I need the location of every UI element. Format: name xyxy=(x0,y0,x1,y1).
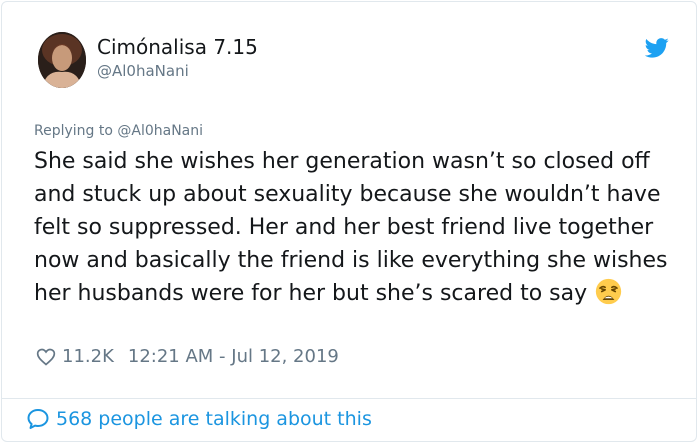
tweet-meta: 11.2K 12:21 AM - Jul 12, 2019 xyxy=(36,346,339,367)
display-name[interactable]: Cimónalisa 7.15 xyxy=(97,35,258,59)
reply-context[interactable]: Replying to @Al0haNani xyxy=(34,123,203,139)
tweet-card: Cimónalisa 7.15 @Al0haNani Replying to @… xyxy=(1,1,697,442)
weary-face-icon xyxy=(595,278,622,305)
user-handle[interactable]: @Al0haNani xyxy=(97,62,189,80)
tweet-body: She said she wishes her generation wasn’… xyxy=(34,145,684,310)
speech-bubble-icon xyxy=(27,409,49,429)
like-count[interactable]: 11.2K xyxy=(62,346,114,367)
timestamp[interactable]: 12:21 AM - Jul 12, 2019 xyxy=(128,346,339,367)
divider xyxy=(2,398,696,399)
talking-about-link[interactable]: 568 people are talking about this xyxy=(26,407,372,431)
heart-icon[interactable] xyxy=(36,347,56,367)
avatar-image xyxy=(38,32,86,88)
twitter-bird-icon[interactable] xyxy=(645,38,669,58)
talking-about-label[interactable]: 568 people are talking about this xyxy=(56,408,372,430)
tweet-text: She said she wishes her generation wasn’… xyxy=(34,149,668,306)
avatar[interactable] xyxy=(38,32,86,88)
